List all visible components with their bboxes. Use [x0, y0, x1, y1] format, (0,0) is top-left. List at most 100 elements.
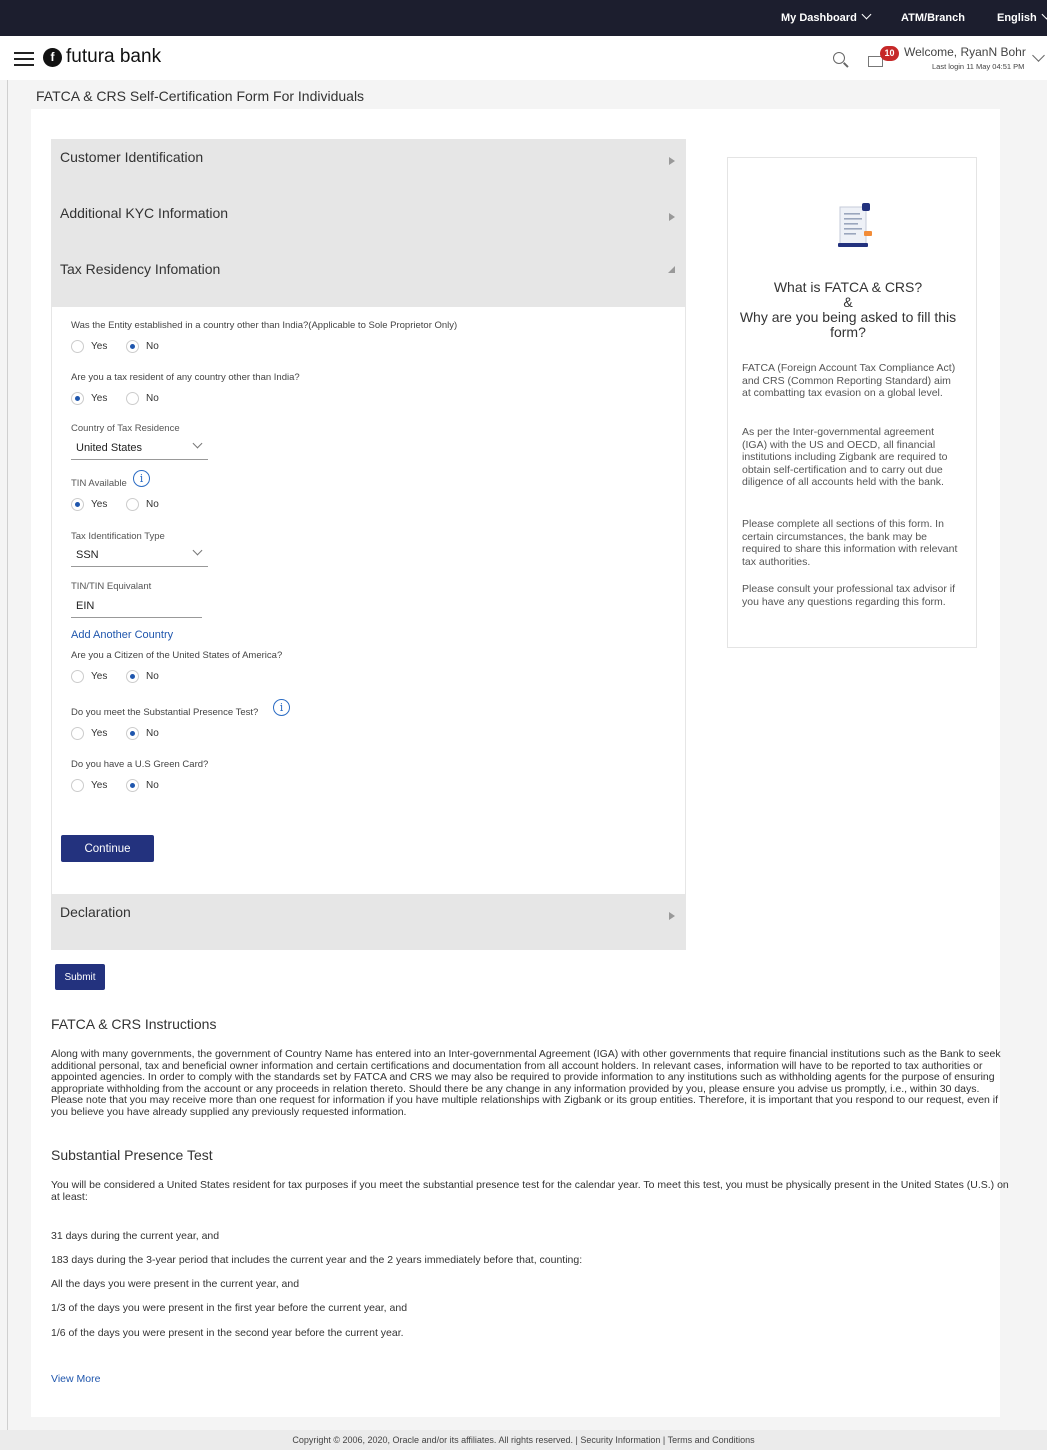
radio-label: Yes — [91, 728, 108, 739]
substantial-presence-title: Substantial Presence Test — [51, 1147, 213, 1163]
info-icon[interactable]: i — [273, 699, 290, 716]
my-dashboard-menu[interactable]: My Dashboard — [781, 0, 872, 36]
fatca-info-card: What is FATCA & CRS? & Why are you being… — [727, 157, 977, 648]
green-card-no-radio[interactable] — [126, 779, 139, 792]
chevron-down-icon — [1041, 9, 1047, 20]
copyright-text: Copyright © 2006, 2020, Oracle and/or it… — [292, 1435, 573, 1445]
question-tax-resident: Are you a tax resident of any country ot… — [71, 372, 300, 383]
radio-label: Yes — [91, 671, 108, 682]
security-information-link[interactable]: Security Information — [580, 1435, 660, 1445]
add-another-country-link[interactable]: Add Another Country — [71, 629, 173, 641]
tax-residency-body: Was the Entity established in a country … — [51, 307, 686, 894]
presence-rule-line: 1/3 of the days you were present in the … — [51, 1302, 408, 1314]
question-citizen: Are you a Citizen of the United States o… — [71, 650, 283, 661]
menu-icon[interactable] — [14, 52, 34, 66]
futura-logo-icon: f — [43, 47, 62, 67]
info-paragraph: FATCA (Foreign Account Tax Compliance Ac… — [742, 362, 956, 399]
section-title: Declaration — [60, 904, 131, 920]
section-title: Additional KYC Information — [60, 205, 229, 221]
radio-label: Yes — [91, 393, 108, 404]
radio-label: No — [146, 341, 159, 352]
atm-branch-link[interactable]: ATM/Branch — [901, 0, 965, 36]
presence-rule-line: 1/6 of the days you were present in the … — [51, 1327, 404, 1339]
expand-arrow-icon — [669, 157, 675, 165]
info-paragraph: As per the Inter-governmental agreement … — [742, 426, 948, 488]
search-icon[interactable] — [833, 52, 845, 64]
radio-label: No — [146, 780, 159, 791]
substantial-no-radio[interactable] — [126, 727, 139, 740]
radio-label: No — [146, 728, 159, 739]
substantial-presence-intro: You will be considered a United States r… — [51, 1179, 1009, 1203]
section-additional-kyc[interactable]: Additional KYC Information — [51, 195, 686, 251]
question-green-card: Do you have a U.S Green Card? — [71, 759, 209, 770]
page-title: FATCA & CRS Self-Certification Form For … — [36, 88, 365, 104]
instructions-title: FATCA & CRS Instructions — [51, 1016, 217, 1032]
page-left-border — [7, 80, 8, 1450]
entity-yes-radio[interactable] — [71, 340, 84, 353]
footer-separator: | — [575, 1435, 578, 1445]
last-login-text: Last login 11 May 04:51 PM — [932, 62, 1025, 71]
info-paragraph: Please consult your professional tax adv… — [742, 583, 956, 608]
tax-id-type-label: Tax Identification Type — [71, 531, 165, 542]
tin-available-yes-radio[interactable] — [71, 498, 84, 511]
info-title-line: & — [843, 294, 853, 310]
info-title-line: What is FATCA & CRS? — [773, 279, 923, 295]
footer-separator: | — [662, 1435, 666, 1445]
section-declaration[interactable]: Declaration — [51, 894, 686, 950]
citizen-yes-radio[interactable] — [71, 670, 84, 683]
tin-value: EIN — [76, 600, 95, 612]
radio-label: Yes — [91, 780, 108, 791]
tax-resident-no-radio[interactable] — [126, 392, 139, 405]
footer: Copyright © 2006, 2020, Oracle and/or it… — [0, 1430, 1047, 1450]
expand-arrow-icon — [669, 213, 675, 221]
entity-no-radio[interactable] — [126, 340, 139, 353]
radio-label: No — [146, 499, 159, 510]
question-substantial-presence: Do you meet the Substantial Presence Tes… — [71, 707, 259, 718]
tax-id-type-select[interactable]: SSN — [71, 545, 208, 567]
citizen-no-radio[interactable] — [126, 670, 139, 683]
tin-input[interactable]: EIN — [71, 596, 202, 618]
language-menu[interactable]: English — [997, 0, 1047, 36]
radio-label: Yes — [91, 341, 108, 352]
section-customer-identification[interactable]: Customer Identification — [51, 139, 686, 195]
continue-button[interactable]: Continue — [61, 835, 154, 862]
logo-text: futura bank — [66, 46, 162, 67]
country-label: Country of Tax Residence — [71, 423, 180, 434]
chevron-down-icon — [192, 545, 203, 556]
presence-rule-line: 31 days during the current year, and — [51, 1230, 220, 1242]
info-paragraph: Please complete all sections of this for… — [742, 518, 958, 568]
radio-label: Yes — [91, 499, 108, 510]
chevron-down-icon — [192, 438, 203, 449]
language-label: English — [997, 12, 1037, 24]
country-value: United States — [76, 442, 143, 454]
green-card-yes-radio[interactable] — [71, 779, 84, 792]
question-entity: Was the Entity established in a country … — [71, 320, 458, 331]
info-icon[interactable]: i — [133, 470, 150, 487]
view-more-link[interactable]: View More — [51, 1373, 100, 1385]
radio-label: No — [146, 393, 159, 404]
tax-resident-yes-radio[interactable] — [71, 392, 84, 405]
app-header: f futura bank 10 Welcome, RyanN Bohr Las… — [0, 36, 1047, 80]
country-select[interactable]: United States — [71, 438, 208, 460]
tin-available-no-radio[interactable] — [126, 498, 139, 511]
info-title-line: Why are you being asked to fill this for… — [739, 309, 957, 340]
radio-label: No — [146, 671, 159, 682]
user-menu-chevron-icon[interactable] — [1032, 49, 1045, 62]
section-tax-residency[interactable]: Tax Residency Infomation — [51, 251, 686, 307]
terms-link[interactable]: Terms and Conditions — [668, 1435, 755, 1445]
section-title: Customer Identification — [60, 149, 204, 165]
notification-badge[interactable]: 10 — [880, 46, 899, 61]
tin-label: TIN/TIN Equivalant — [71, 581, 152, 592]
expand-arrow-icon — [669, 912, 675, 920]
section-title: Tax Residency Infomation — [60, 261, 221, 277]
tin-available-label: TIN Available — [71, 478, 127, 489]
submit-button[interactable]: Submit — [55, 964, 105, 990]
my-dashboard-label: My Dashboard — [781, 12, 857, 24]
substantial-yes-radio[interactable] — [71, 727, 84, 740]
tax-id-type-value: SSN — [76, 549, 99, 561]
chevron-down-icon — [861, 9, 872, 20]
document-icon — [838, 203, 872, 247]
form-accordion: Customer Identification Additional KYC I… — [51, 139, 686, 950]
bank-logo[interactable]: f futura bank — [43, 46, 161, 68]
welcome-text[interactable]: Welcome, RyanN Bohr — [904, 45, 1026, 59]
